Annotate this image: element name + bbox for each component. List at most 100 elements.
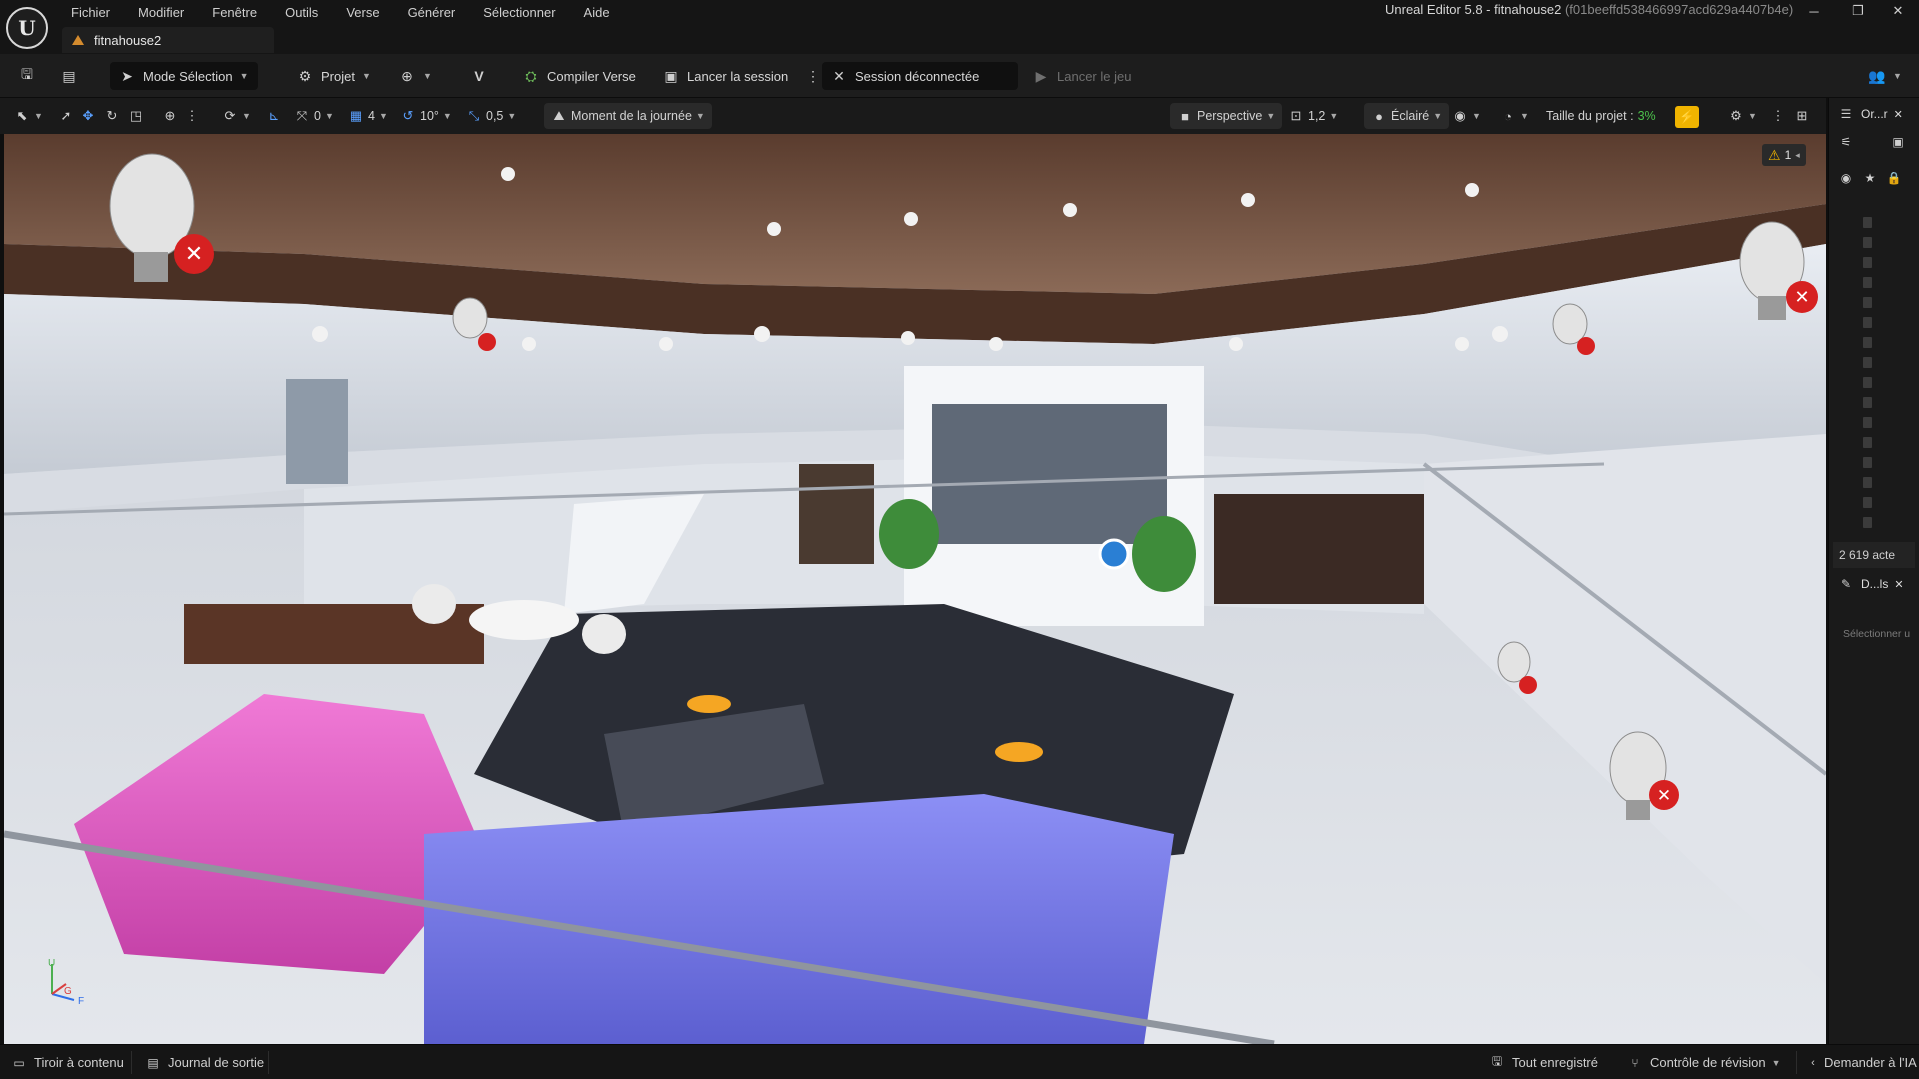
- outliner-row[interactable]: [1829, 372, 1919, 392]
- session-status[interactable]: ✕ Session déconnectée: [822, 62, 1018, 90]
- revision-control-button[interactable]: ⑂ Contrôle de révision ▼: [1616, 1045, 1791, 1079]
- launch-session-label: Lancer la session: [687, 68, 789, 84]
- outliner-row[interactable]: [1829, 212, 1919, 232]
- time-of-day-dropdown[interactable]: ⛰ Moment de la journée ▼: [544, 103, 712, 129]
- add-folder-icon[interactable]: ▣: [1889, 133, 1907, 151]
- minimize-button[interactable]: ─: [1794, 0, 1834, 22]
- menu-verse[interactable]: Verse: [332, 2, 393, 22]
- outliner-row[interactable]: [1829, 452, 1919, 472]
- rotation-snap-dropdown[interactable]: ⤧ 0 ▼: [294, 103, 334, 129]
- collaborators-button[interactable]: 👥 ▼: [1860, 62, 1910, 90]
- outliner-row[interactable]: [1829, 392, 1919, 412]
- perspective-dropdown[interactable]: ■ Perspective ▼: [1170, 103, 1283, 129]
- ask-ai-button[interactable]: ‹ Demander à l'IA: [1798, 1045, 1919, 1079]
- viewport-settings-dropdown[interactable]: ⚙ ▼: [1728, 103, 1757, 129]
- title-bar: U Fichier Modifier Fenêtre Outils Verse …: [0, 0, 1919, 54]
- outliner-row[interactable]: [1829, 232, 1919, 252]
- world-local-toggle[interactable]: ⊕: [162, 103, 178, 129]
- angle-snap-value: 10°: [420, 109, 439, 123]
- show-flags-dropdown[interactable]: ◉ ▼: [1452, 103, 1481, 129]
- select-icon: ⬉: [16, 108, 28, 123]
- rotate-tool[interactable]: ↻: [104, 103, 120, 129]
- verse-button[interactable]: V: [462, 62, 496, 90]
- outliner-row[interactable]: [1829, 492, 1919, 512]
- scale-snap-dropdown[interactable]: ⤡ 0,5 ▼: [466, 103, 517, 129]
- project-dropdown[interactable]: ⚙ Projet ▼: [288, 62, 379, 90]
- camera-speed-dropdown[interactable]: ⊡ 1,2 ▼: [1288, 103, 1339, 129]
- window-title: Unreal Editor 5.8 - fitnahouse2 (f01beef…: [1385, 2, 1793, 17]
- translate-tool[interactable]: ✥: [80, 103, 96, 129]
- outliner-row[interactable]: [1829, 512, 1919, 532]
- actor-icon: [1863, 317, 1872, 328]
- select-mode-dropdown[interactable]: ⬉ ▼: [14, 103, 43, 129]
- outliner-row[interactable]: [1829, 412, 1919, 432]
- details-tab[interactable]: ✎ D...ls ✕: [1837, 572, 1904, 596]
- grid-snap-dropdown[interactable]: ▦ 4 ▼: [348, 103, 388, 129]
- lit-sphere-icon: ●: [1375, 108, 1383, 124]
- menu-file[interactable]: Fichier: [57, 2, 124, 22]
- output-log-button[interactable]: ▤ Journal de sortie: [134, 1045, 274, 1079]
- outliner-tab[interactable]: ☰ Or...r ✕: [1837, 102, 1903, 126]
- outliner-row[interactable]: [1829, 252, 1919, 272]
- close-window-button[interactable]: ✕: [1878, 0, 1918, 22]
- menu-edit[interactable]: Modifier: [124, 2, 198, 22]
- viewport-more-button[interactable]: ⋮: [184, 103, 200, 129]
- menu-help[interactable]: Aide: [570, 2, 624, 22]
- surface-snap-icon: ⊾: [268, 108, 280, 123]
- snap-settings-button[interactable]: ⚡: [1675, 106, 1699, 128]
- outliner-row[interactable]: [1829, 272, 1919, 292]
- actor-icon: [1863, 497, 1872, 508]
- performance-dropdown[interactable]: ◔ ▼: [1500, 103, 1529, 129]
- chevron-left-icon: ‹: [1811, 1056, 1815, 1069]
- chevron-down-icon: ▼: [442, 111, 452, 121]
- outliner-row[interactable]: [1829, 292, 1919, 312]
- log-icon: ▤: [147, 1055, 159, 1070]
- save-button[interactable]: 🖫: [10, 62, 44, 90]
- mode-selection-dropdown[interactable]: ➤ Mode Sélection ▼: [110, 62, 258, 90]
- level-viewport[interactable]: ✕ ✕ ✕ U G F: [4, 134, 1826, 1044]
- content-drawer-button[interactable]: ▭ Tiroir à contenu: [0, 1045, 134, 1079]
- grid-snap-value: 4: [368, 109, 375, 123]
- layout-button[interactable]: ⊞: [1794, 103, 1810, 129]
- outliner-row[interactable]: [1829, 332, 1919, 352]
- outliner-row[interactable]: [1829, 352, 1919, 372]
- outliner-row[interactable]: [1829, 472, 1919, 492]
- close-icon[interactable]: ✕: [1894, 578, 1903, 591]
- compile-verse-button[interactable]: ⛭ Compiler Verse: [514, 62, 644, 90]
- outliner-icon: ☰: [1840, 107, 1852, 121]
- menu-window[interactable]: Fenêtre: [198, 2, 271, 22]
- eye-icon[interactable]: ◉: [1837, 169, 1855, 187]
- gauge-icon: ◔: [1504, 108, 1512, 124]
- details-empty-hint: Sélectionner u: [1843, 628, 1911, 640]
- menu-tools[interactable]: Outils: [271, 2, 332, 22]
- menu-build[interactable]: Générer: [394, 2, 470, 22]
- outliner-row[interactable]: [1829, 312, 1919, 332]
- close-icon[interactable]: ✕: [1894, 108, 1903, 121]
- surface-snap-toggle[interactable]: ⊾: [266, 103, 282, 129]
- chevron-down-icon: ▼: [423, 71, 432, 81]
- launch-session-button[interactable]: ▣ Lancer la session: [654, 62, 796, 90]
- chevron-down-icon: ▼: [239, 71, 249, 81]
- rotation-pivot-dropdown[interactable]: ⟳ ▼: [222, 103, 251, 129]
- unreal-logo[interactable]: U: [6, 7, 48, 49]
- warning-badge[interactable]: ⚠ 1 ◂: [1762, 144, 1806, 166]
- scale-tool[interactable]: ◳: [128, 103, 144, 129]
- add-content-dropdown[interactable]: ⊕ ▼: [390, 62, 440, 90]
- star-icon[interactable]: ★: [1861, 169, 1879, 187]
- restore-button[interactable]: ❐: [1838, 0, 1878, 22]
- outliner-row[interactable]: [1829, 432, 1919, 452]
- viewport-options-button[interactable]: ⋮: [1770, 103, 1786, 129]
- project-size-indicator[interactable]: Taille du projet : 3%: [1546, 103, 1656, 129]
- actor-icon: [1863, 417, 1872, 428]
- angle-snap-dropdown[interactable]: ↺ 10° ▼: [400, 103, 452, 129]
- menu-select[interactable]: Sélectionner: [469, 2, 569, 22]
- project-tab[interactable]: fitnahouse2: [62, 27, 274, 53]
- browse-button[interactable]: ▤: [52, 62, 86, 90]
- select-tool[interactable]: ➚: [58, 103, 74, 129]
- filter-icon[interactable]: ⚟: [1837, 133, 1855, 151]
- launch-game-button[interactable]: ▶ Lancer le jeu: [1024, 62, 1139, 90]
- lighting-mode-dropdown[interactable]: ● Éclairé ▼: [1364, 103, 1450, 129]
- lock-icon[interactable]: 🔒: [1885, 169, 1903, 187]
- all-saved-button[interactable]: 🖫 Tout enregistré: [1478, 1045, 1608, 1079]
- divider: [1796, 1051, 1797, 1074]
